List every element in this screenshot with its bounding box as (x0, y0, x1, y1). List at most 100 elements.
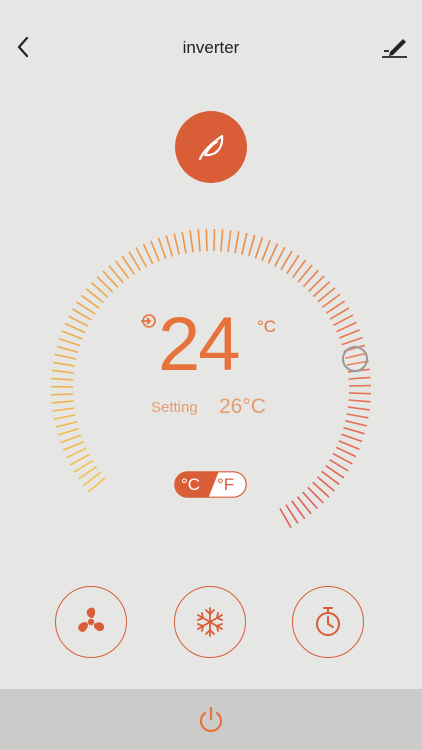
fan-speed-button[interactable] (55, 586, 127, 658)
dial-tick (150, 240, 160, 262)
dial-tick (220, 229, 224, 252)
dial-tick (280, 250, 293, 271)
stopwatch-icon (316, 607, 340, 636)
timer-button[interactable] (292, 586, 364, 658)
dial-tick (108, 265, 124, 284)
dial-tick (76, 301, 96, 315)
dial-tick (55, 421, 78, 428)
dial-tick (321, 470, 340, 486)
dial-tick (181, 231, 187, 254)
dial-tick (54, 353, 77, 360)
dial-tick (291, 500, 306, 520)
dial-tick (69, 453, 90, 466)
dial-tick (87, 477, 106, 493)
dial-tick (341, 433, 363, 443)
dial-tick (213, 228, 216, 252)
dial-tick (325, 465, 345, 479)
dial-knob[interactable] (342, 346, 368, 372)
dial-tick (189, 230, 194, 253)
dial-tick (241, 232, 248, 255)
dial-tick (61, 330, 83, 340)
dial-tick (348, 392, 371, 395)
dial-tick (52, 369, 74, 374)
dial-tick (90, 282, 109, 298)
dial-tick (157, 237, 167, 259)
dial-tick (135, 247, 148, 268)
dial-tick (102, 270, 119, 288)
dial-tick (321, 293, 341, 309)
dial-tick (73, 459, 94, 473)
dial-tick (121, 255, 135, 275)
indoor-temperature-icon (141, 314, 156, 328)
dial-tick (53, 414, 76, 420)
dial-tick (325, 300, 346, 314)
thermostat-screen: inverter 24 °C Setting 26°C °C °F (0, 0, 422, 750)
dial-tick (279, 508, 292, 528)
eco-mode-badge[interactable] (175, 111, 247, 183)
celsius-option[interactable]: °C (181, 474, 200, 496)
dial-tick (347, 406, 370, 411)
dial-tick (285, 504, 299, 524)
dial-tick (308, 275, 325, 292)
dial-tick (273, 246, 286, 267)
dial-tick (85, 288, 104, 304)
leaf-icon (198, 134, 224, 161)
power-button[interactable] (195, 704, 227, 736)
dial-tick (114, 260, 130, 279)
dial-tick (51, 400, 74, 404)
dial-tick (297, 264, 313, 283)
dial-tick (52, 407, 75, 412)
dial-tick (307, 486, 324, 504)
dial-tick (96, 276, 114, 293)
dial-tick (267, 243, 279, 264)
dial-tick (296, 496, 312, 515)
dial-tick (302, 269, 319, 288)
dial-tick (302, 491, 318, 510)
snowflake-icon (197, 607, 223, 637)
dial-tick (56, 345, 79, 354)
dial-tick (197, 229, 201, 252)
dial-tick (51, 393, 74, 396)
dial-tick (62, 441, 84, 451)
fahrenheit-option[interactable]: °F (217, 474, 234, 496)
dial-tick (348, 376, 371, 380)
dial-tick (338, 329, 360, 339)
dial-tick (333, 314, 354, 327)
setting-value: 26°C (219, 395, 266, 418)
setting-label: Setting (151, 399, 198, 416)
cool-mode-button[interactable] (174, 586, 246, 658)
dial-tick (317, 287, 336, 303)
dial-tick (254, 237, 264, 259)
dial-tick (82, 471, 102, 487)
dial-tick (66, 447, 87, 459)
dial-tick (348, 399, 371, 403)
edit-button[interactable] (380, 34, 410, 62)
temperature-unit: °C (257, 317, 277, 336)
dial-tick (329, 307, 350, 320)
dial-tick (286, 254, 300, 275)
dial-tick (142, 243, 154, 265)
dial-tick (60, 434, 82, 444)
dial-tick (68, 315, 89, 327)
dial-tick (53, 361, 76, 367)
dial-tick (165, 235, 174, 257)
current-temperature: 24 (158, 302, 241, 387)
dial-tick (332, 452, 353, 465)
dial-tick (312, 281, 331, 298)
power-icon (199, 706, 223, 733)
dial-tick (173, 233, 180, 255)
dial-tick (291, 259, 307, 279)
dial-tick (51, 377, 74, 381)
dial-tick (316, 476, 335, 492)
dial-tick (58, 337, 81, 347)
dial-tick (346, 413, 369, 419)
fan-icon (78, 607, 104, 632)
dial-tick (312, 481, 330, 498)
dial-tick (341, 336, 363, 346)
dial-tick (57, 427, 80, 436)
dial-tick (64, 322, 86, 334)
dial-tick (261, 240, 271, 262)
dial-tick (247, 234, 256, 257)
dial-tick (348, 384, 372, 387)
dial-tick (80, 294, 100, 309)
